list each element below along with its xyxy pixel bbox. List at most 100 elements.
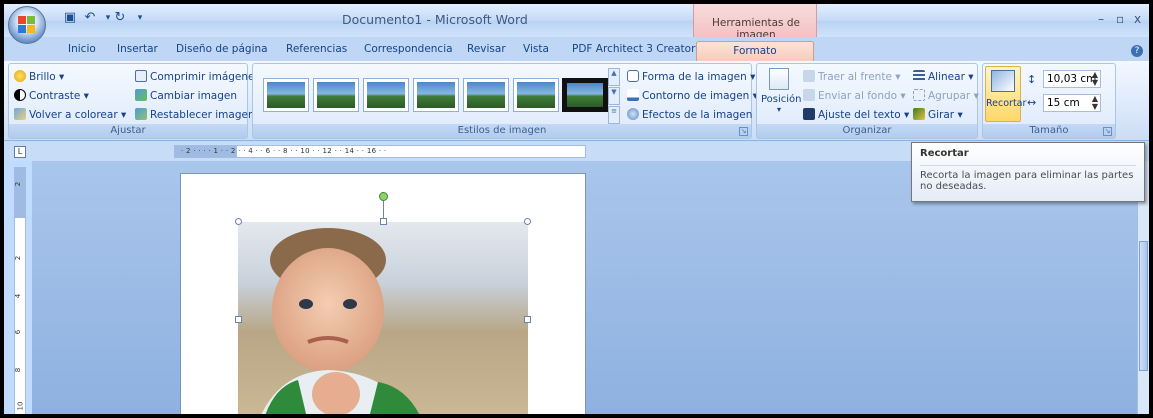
vruler-mark: 2: [14, 181, 23, 187]
style-thumb-6[interactable]: [513, 78, 559, 112]
resize-handle-top-left[interactable]: [235, 218, 242, 225]
contorno-imagen-button[interactable]: Contorno de imagen ▾: [627, 89, 758, 102]
document-page[interactable]: [180, 173, 586, 414]
traer-frente-button[interactable]: Traer al frente ▾: [803, 70, 901, 83]
close-button[interactable]: x: [1134, 12, 1141, 26]
undo-icon[interactable]: ↶: [82, 10, 98, 26]
contraste-button[interactable]: Contraste ▾: [14, 89, 89, 102]
redo-icon[interactable]: ↻: [112, 10, 128, 26]
customize-qat-icon[interactable]: ▾: [132, 10, 148, 26]
tamano-dialog-launcher-icon[interactable]: ↘: [1103, 127, 1112, 136]
tab-referencias[interactable]: Referencias: [286, 43, 347, 55]
tab-pdf-architect[interactable]: PDF Architect 3 Creator: [572, 43, 695, 55]
restore-button[interactable]: ▫: [1116, 12, 1124, 26]
estilos-dialog-launcher-icon[interactable]: ↘: [739, 127, 748, 136]
group-tamano: Recortar ↕ 10,03 cm ▲ ▼ ↔ 15 cm ▲ ▼ Tamaño…: [982, 63, 1116, 139]
enviar-label: Enviar al fondo: [818, 90, 898, 102]
gallery-more-icon[interactable]: ≡: [608, 106, 620, 124]
vruler-top-margin: [15, 168, 25, 218]
cambiar-imagen-button[interactable]: Cambiar imagen: [135, 89, 237, 102]
gallery-down-icon[interactable]: ▼: [608, 87, 620, 105]
contraste-label: Contraste: [29, 90, 81, 102]
traer-label: Traer al frente: [818, 71, 892, 83]
horizontal-ruler[interactable]: · 2 · · · · 1 · · 2 · · 4 · · 6 · · 8 · …: [174, 145, 586, 158]
height-spinner-icon[interactable]: ▲ ▼: [1092, 71, 1098, 87]
group-organizar: Posición ▾ Traer al frente ▾ Enviar al f…: [756, 63, 979, 139]
girar-button[interactable]: Girar ▾: [913, 108, 963, 121]
style-thumb-3[interactable]: [363, 78, 409, 112]
inserted-picture[interactable]: [238, 222, 528, 414]
scrollbar-thumb[interactable]: [1139, 241, 1148, 371]
style-thumb-2[interactable]: [313, 78, 359, 112]
tab-selector-icon[interactable]: L: [14, 146, 26, 158]
help-icon[interactable]: ?: [1131, 45, 1143, 57]
resize-handle-right[interactable]: [524, 316, 531, 323]
height-field[interactable]: 10,03 cm ▲ ▼: [1043, 70, 1101, 88]
contorno-label: Contorno de imagen: [642, 90, 750, 102]
baby-photo: [238, 222, 528, 414]
save-icon[interactable]: ▣: [62, 10, 78, 26]
comprimir-label: Comprimir imágenes: [150, 71, 260, 83]
restablecer-imagen-button[interactable]: Restablecer imagen: [135, 108, 255, 121]
contrast-icon: [14, 89, 26, 101]
group-icon: [913, 89, 925, 101]
recolor-icon: [14, 108, 26, 120]
agrupar-label: Agrupar: [928, 90, 971, 102]
group-tamano-label: Tamaño: [983, 124, 1115, 138]
posicion-button[interactable]: Posición ▾: [761, 68, 802, 122]
style-thumb-7-selected[interactable]: [562, 78, 608, 112]
height-value: 10,03 cm: [1047, 73, 1097, 85]
brillo-button[interactable]: Brillo ▾: [14, 70, 64, 83]
send-back-icon: [803, 89, 815, 101]
tab-revisar[interactable]: Revisar: [467, 43, 506, 55]
volver-colorear-button[interactable]: Volver a colorear ▾: [14, 108, 126, 121]
tab-vista[interactable]: Vista: [523, 43, 549, 55]
gallery-scroll[interactable]: ▲ ▼ ≡: [608, 68, 620, 126]
forma-imagen-button[interactable]: Forma de la imagen ▾: [627, 70, 755, 83]
gallery-up-icon[interactable]: ▲: [608, 68, 620, 86]
pen-icon: [627, 89, 639, 101]
vruler-mark: 6: [14, 329, 23, 335]
style-thumb-5[interactable]: [463, 78, 509, 112]
word-window: ▣ ↶ ▾ ↻ ▾ Documento1 - Microsoft Word He…: [4, 4, 1149, 414]
style-thumb-4[interactable]: [413, 78, 459, 112]
tab-diseno-pagina[interactable]: Diseño de página: [176, 43, 268, 55]
alinear-button[interactable]: Alinear ▾: [913, 70, 974, 83]
ribbon-tabs: Inicio Insertar Diseño de página Referen…: [4, 37, 1149, 61]
agrupar-button[interactable]: Agrupar ▾: [913, 89, 979, 102]
ribbon: Brillo ▾ Contraste ▾ Volver a colorear ▾…: [4, 61, 1149, 141]
comprimir-button[interactable]: Comprimir imágenes: [135, 70, 260, 83]
style-thumb-1[interactable]: [263, 78, 309, 112]
resize-handle-top[interactable]: [380, 218, 387, 225]
resize-handle-top-right[interactable]: [524, 218, 531, 225]
vruler-mark: 2: [14, 255, 23, 261]
enviar-fondo-button[interactable]: Enviar al fondo ▾: [803, 89, 906, 102]
width-field[interactable]: 15 cm ▲ ▼: [1043, 94, 1101, 112]
align-icon: [913, 70, 925, 82]
group-estilos-label: Estilos de imagen: [253, 124, 751, 138]
tab-formato[interactable]: Formato: [696, 41, 814, 63]
volver-colorear-label: Volver a colorear: [29, 109, 118, 121]
resize-handle-left[interactable]: [235, 316, 242, 323]
recortar-button[interactable]: Recortar: [985, 66, 1026, 122]
efectos-label: Efectos de la imagen: [642, 109, 753, 121]
tab-inicio[interactable]: Inicio: [68, 43, 96, 55]
reset-picture-icon: [135, 108, 147, 120]
brillo-label: Brillo: [29, 71, 56, 83]
picture-tools-header: Herramientas de imagen: [693, 4, 817, 41]
vertical-ruler[interactable]: 2 2 4 6 8 10: [14, 167, 26, 414]
crop-icon: [991, 70, 1015, 92]
ruler-marks: · 2 · · · · 1 · · 2 · · 4 · · 6 · · 8 · …: [181, 147, 387, 155]
rotate-handle[interactable]: [379, 192, 388, 201]
vruler-mark: 8: [14, 367, 23, 373]
efectos-imagen-button[interactable]: Efectos de la imagen ▾: [627, 108, 761, 121]
vruler-mark: 10: [16, 401, 25, 411]
tab-insertar[interactable]: Insertar: [117, 43, 158, 55]
office-button[interactable]: [8, 6, 46, 44]
effects-icon: [627, 108, 639, 120]
width-spinner-icon[interactable]: ▲ ▼: [1092, 95, 1098, 111]
ajuste-texto-button[interactable]: Ajuste del texto ▾: [803, 108, 909, 121]
minimize-button[interactable]: –: [1098, 12, 1104, 26]
tab-correspondencia[interactable]: Correspondencia: [364, 43, 453, 55]
posicion-label: Posición: [761, 94, 802, 105]
